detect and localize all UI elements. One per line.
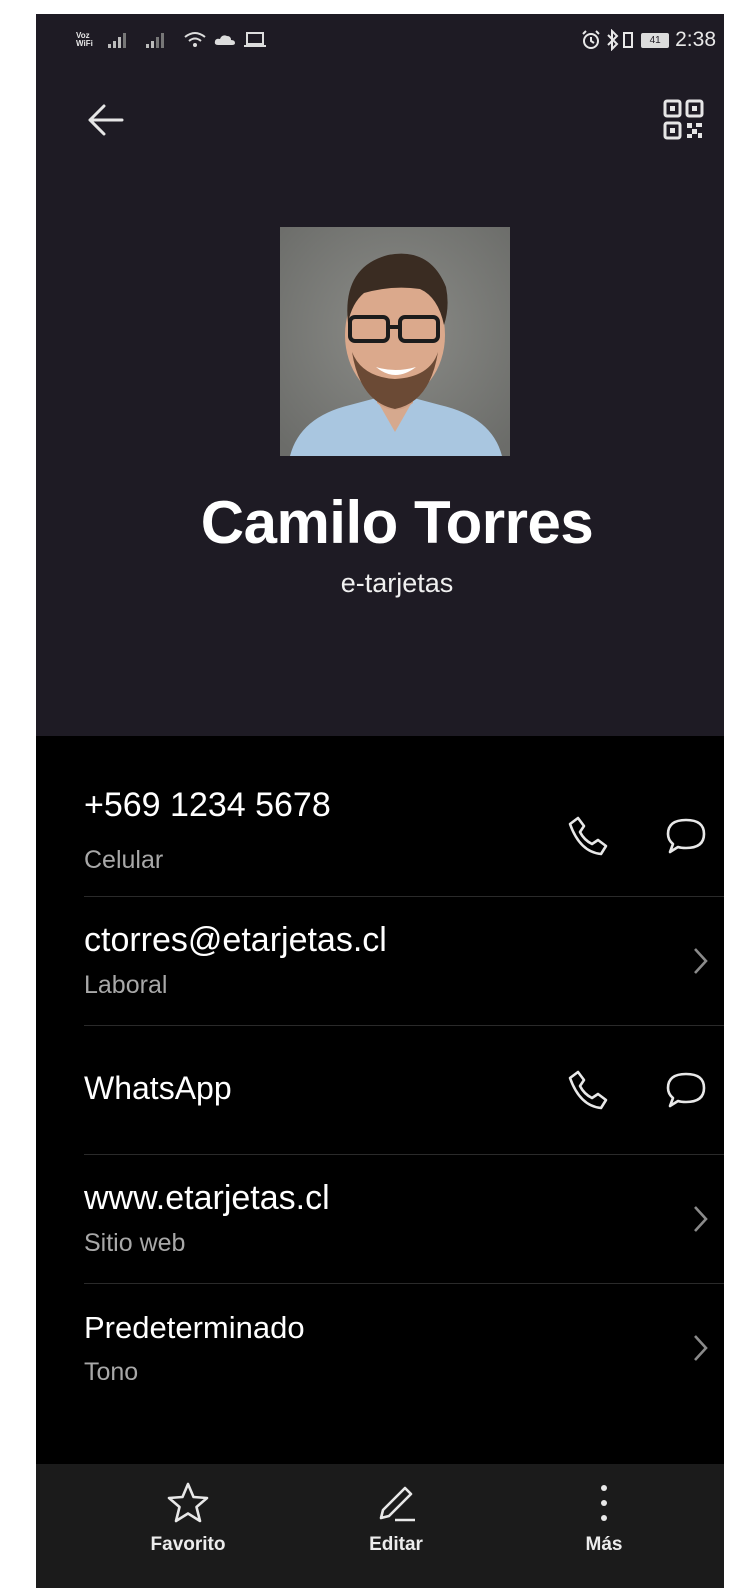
signal-icon (145, 33, 164, 48)
phone-number: +569 1234 5678 (84, 786, 331, 824)
star-icon (167, 1482, 209, 1523)
email-row[interactable]: ctorres@etarjetas.cl Laboral (84, 897, 724, 1025)
contact-screen: Voz WiFi 41 2:38 Camilo Torres e-tarjeta… (36, 14, 724, 1588)
whatsapp-label: WhatsApp (84, 1070, 232, 1106)
more-label: Más (585, 1534, 623, 1555)
status-bar-left: Voz WiFi (76, 26, 267, 54)
message-icon (666, 818, 706, 854)
website-url: www.etarjetas.cl (84, 1179, 330, 1217)
message-icon (666, 1072, 706, 1108)
back-button[interactable] (82, 96, 130, 144)
status-time: 2:38 (675, 28, 716, 51)
alarm-icon (582, 30, 600, 49)
more-vertical-icon (601, 1485, 607, 1521)
laptop-icon (243, 32, 266, 47)
whatsapp-row[interactable]: WhatsApp (84, 1026, 724, 1154)
phone-icon (568, 816, 608, 856)
arrow-left-icon (88, 104, 124, 136)
chevron-right-icon (694, 1335, 708, 1361)
email-type: Laboral (84, 971, 168, 999)
phone-type: Celular (84, 846, 164, 874)
bottom-action-bar: Favorito Editar Más (36, 1464, 724, 1588)
bluetooth-icon (607, 29, 619, 51)
status-bar-right: 41 2:38 (580, 26, 716, 54)
ringtone-chevron[interactable] (680, 1328, 720, 1368)
more-button[interactable]: Más (534, 1464, 674, 1588)
chevron-right-icon (694, 1206, 708, 1232)
signal-icon (107, 33, 126, 48)
phone-icon (568, 1070, 608, 1110)
website-chevron[interactable] (680, 1199, 720, 1239)
contact-company: e-tarjetas (340, 568, 454, 598)
contact-header: Voz WiFi 41 2:38 Camilo Torres e-tarjeta… (36, 14, 724, 736)
call-button[interactable] (560, 808, 616, 864)
battery-indicator: 41 (641, 32, 670, 48)
email-chevron[interactable] (680, 941, 720, 981)
website-type: Sitio web (84, 1229, 186, 1257)
ringtone-value: Predeterminado (84, 1310, 305, 1345)
whatsapp-message-button[interactable] (658, 1062, 714, 1118)
edit-button[interactable]: Editar (326, 1464, 466, 1588)
cloud-icon (214, 35, 235, 45)
chevron-right-icon (694, 948, 708, 974)
whatsapp-call-button[interactable] (560, 1062, 616, 1118)
qr-code-button[interactable] (662, 98, 706, 142)
phone-row[interactable]: +569 1234 5678 Celular (84, 772, 724, 896)
message-button[interactable] (658, 808, 714, 864)
website-row[interactable]: www.etarjetas.cl Sitio web (84, 1155, 724, 1283)
email-address: ctorres@etarjetas.cl (84, 921, 387, 959)
wifi-icon (184, 32, 206, 47)
qr-code-icon (663, 99, 704, 140)
vibrate-icon (623, 32, 634, 48)
contact-name: Camilo Torres (200, 489, 594, 556)
favorite-button[interactable]: Favorito (118, 1464, 258, 1588)
voz-wifi-indicator: Voz WiFi (76, 31, 93, 48)
contact-photo (280, 227, 510, 456)
pencil-icon (379, 1486, 415, 1522)
favorite-label: Favorito (150, 1534, 226, 1555)
edit-label: Editar (369, 1534, 423, 1555)
ringtone-row[interactable]: Predeterminado Tono (84, 1284, 724, 1412)
ringtone-type: Tono (84, 1358, 139, 1386)
